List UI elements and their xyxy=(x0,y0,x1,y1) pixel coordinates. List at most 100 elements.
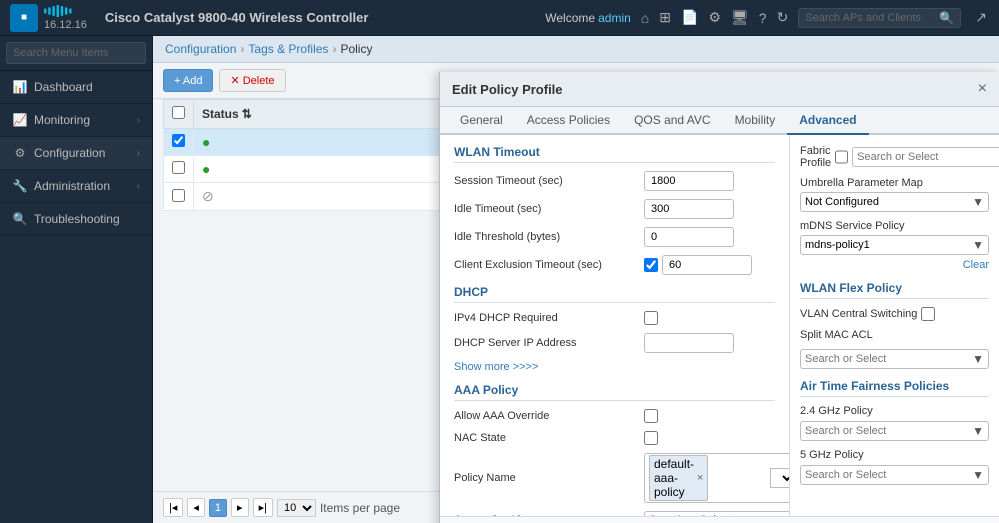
username-link[interactable]: admin xyxy=(598,11,631,25)
policy-name-dropdown[interactable] xyxy=(770,468,789,488)
tag-remove-button[interactable]: × xyxy=(697,472,703,484)
version-text: 16.12.16 xyxy=(44,19,87,32)
sidebar-item-troubleshooting[interactable]: 🔍 Troubleshooting xyxy=(0,203,152,236)
wlan-flex-section-title: WLAN Flex Policy xyxy=(800,281,989,299)
sidebar-item-configuration[interactable]: ⚙ Configuration › xyxy=(0,137,152,170)
cisco-wordmark-icon xyxy=(44,3,80,19)
policy-name-label: Policy Name xyxy=(454,472,644,484)
24ghz-dropdown-btn[interactable]: ▼ xyxy=(972,424,984,438)
breadcrumb-configuration[interactable]: Configuration xyxy=(165,42,236,56)
policy-name-inner-input[interactable] xyxy=(708,472,768,484)
client-exclusion-input[interactable] xyxy=(662,255,752,275)
breadcrumb: Configuration › Tags & Profiles › Policy xyxy=(153,36,999,63)
global-search-box[interactable]: 🔍 xyxy=(798,8,961,28)
app-title: Cisco Catalyst 9800-40 Wireless Controll… xyxy=(105,10,537,25)
mdns-input[interactable] xyxy=(805,239,972,251)
allow-aaa-checkbox[interactable] xyxy=(644,409,658,423)
modal-right-panel: Fabric Profile ▼ Umbrella Parameter Map xyxy=(789,135,999,516)
troubleshooting-icon: 🔍 xyxy=(12,211,28,227)
mdns-row: mDNS Service Policy ▼ xyxy=(800,220,989,255)
umbrella-dropdown-btn[interactable]: ▼ xyxy=(972,195,984,209)
modal-body: WLAN Timeout Session Timeout (sec) Idle … xyxy=(440,135,999,516)
ipv4-dhcp-label: IPv4 DHCP Required xyxy=(454,312,644,324)
expand-icon[interactable]: ↗ xyxy=(973,7,989,28)
client-exclusion-checkbox[interactable] xyxy=(644,258,658,272)
modal-title: Edit Policy Profile xyxy=(452,82,563,97)
search-icon: 🔍 xyxy=(939,11,954,25)
policy-name-tag: default-aaa-policy × xyxy=(649,455,708,501)
idle-threshold-row: Idle Threshold (bytes) xyxy=(454,227,775,247)
breadcrumb-tags[interactable]: Tags & Profiles xyxy=(248,42,328,56)
modal-header: Edit Policy Profile × xyxy=(440,72,999,107)
session-timeout-input[interactable] xyxy=(644,171,734,191)
split-mac-dropdown-btn[interactable]: ▼ xyxy=(972,352,984,366)
nac-state-label: NAC State xyxy=(454,432,644,444)
sidebar-item-dashboard[interactable]: 📊 Dashboard xyxy=(0,71,152,104)
split-mac-input[interactable] xyxy=(805,353,972,365)
refresh-icon[interactable]: ↻ xyxy=(775,7,791,28)
home-icon[interactable]: ⌂ xyxy=(639,8,651,28)
umbrella-label: Umbrella Parameter Map xyxy=(800,177,923,189)
fabric-profile-input[interactable] xyxy=(857,151,999,163)
24ghz-label-row: 2.4 GHz Policy xyxy=(800,405,989,417)
session-timeout-row: Session Timeout (sec) xyxy=(454,171,775,191)
session-timeout-label: Session Timeout (sec) xyxy=(454,175,644,187)
tab-advanced[interactable]: Advanced xyxy=(787,107,868,135)
top-header: ■ 16.12.16 Cisco Catalyst 9800-40 Wirele… xyxy=(0,0,999,36)
policy-name-row: Policy Name default-aaa-policy × xyxy=(454,453,775,503)
tab-qos-avc[interactable]: QOS and AVC xyxy=(622,107,722,135)
5ghz-policy-input[interactable] xyxy=(805,469,972,481)
5ghz-dropdown-btn[interactable]: ▼ xyxy=(972,468,984,482)
idle-threshold-label: Idle Threshold (bytes) xyxy=(454,231,644,243)
show-more-link[interactable]: Show more >>>> xyxy=(454,361,775,373)
wlan-timeout-section-title: WLAN Timeout xyxy=(454,145,775,163)
grid-icon[interactable]: ⊞ xyxy=(657,7,673,28)
dhcp-server-row: DHCP Server IP Address xyxy=(454,333,775,353)
idle-timeout-input[interactable] xyxy=(644,199,734,219)
nac-state-row: NAC State xyxy=(454,431,775,445)
vlan-central-label: VLAN Central Switching xyxy=(800,308,917,320)
dhcp-server-input[interactable] xyxy=(644,333,734,353)
24ghz-policy-label: 2.4 GHz Policy xyxy=(800,405,873,417)
mdns-dropdown-btn[interactable]: ▼ xyxy=(972,238,984,252)
sidebar-item-administration[interactable]: 🔧 Administration › xyxy=(0,170,152,203)
policy-name-tag-input[interactable]: default-aaa-policy × xyxy=(644,453,789,503)
gear-icon[interactable]: ⚙ xyxy=(706,7,723,28)
modal-close-button[interactable]: × xyxy=(978,80,987,98)
main-layout: 📊 Dashboard 📈 Monitoring › ⚙ Configurati… xyxy=(0,36,999,523)
umbrella-row: Umbrella Parameter Map ▼ xyxy=(800,177,989,212)
sidebar-item-monitoring[interactable]: 📈 Monitoring › xyxy=(0,104,152,137)
modal-overlay: Edit Policy Profile × General Access Pol… xyxy=(153,72,999,523)
global-search-input[interactable] xyxy=(805,12,935,24)
chevron-right-icon: › xyxy=(137,115,140,126)
ipv4-dhcp-checkbox[interactable] xyxy=(644,311,658,325)
mdns-clear-link[interactable]: Clear xyxy=(963,259,989,271)
mdns-label: mDNS Service Policy xyxy=(800,220,905,232)
fabric-profile-label: Fabric Profile xyxy=(800,145,831,169)
nac-state-checkbox[interactable] xyxy=(644,431,658,445)
air-time-section-title: Air Time Fairness Policies xyxy=(800,379,989,397)
sidebar-search-input[interactable] xyxy=(6,42,146,64)
umbrella-input[interactable] xyxy=(805,196,972,208)
dhcp-section-title: DHCP xyxy=(454,285,775,303)
idle-threshold-input[interactable] xyxy=(644,227,734,247)
file-icon[interactable]: 📄 xyxy=(679,7,700,28)
breadcrumb-current: Policy xyxy=(340,42,372,56)
tab-general[interactable]: General xyxy=(448,107,515,135)
dhcp-server-label: DHCP Server IP Address xyxy=(454,337,644,349)
tag-value: default-aaa-policy xyxy=(654,457,694,499)
modal-footer: ↩ Cancel Activate Windows Go to Settings… xyxy=(440,516,999,523)
cisco-logo-icon: ■ xyxy=(21,12,27,23)
24ghz-policy-input[interactable] xyxy=(805,425,972,437)
fabric-profile-row: Fabric Profile ▼ xyxy=(800,145,989,169)
help-icon[interactable]: ? xyxy=(757,8,769,28)
fabric-profile-checkbox[interactable] xyxy=(835,150,848,164)
screen-icon[interactable]: 🖥 xyxy=(729,7,751,28)
configuration-icon: ⚙ xyxy=(12,145,28,161)
tab-access-policies[interactable]: Access Policies xyxy=(515,107,622,135)
vlan-central-checkbox[interactable] xyxy=(921,307,935,321)
breadcrumb-sep-1: › xyxy=(240,42,244,56)
cisco-logo: ■ 16.12.16 xyxy=(10,3,87,32)
tab-mobility[interactable]: Mobility xyxy=(723,107,788,135)
dashboard-icon: 📊 xyxy=(12,79,28,95)
